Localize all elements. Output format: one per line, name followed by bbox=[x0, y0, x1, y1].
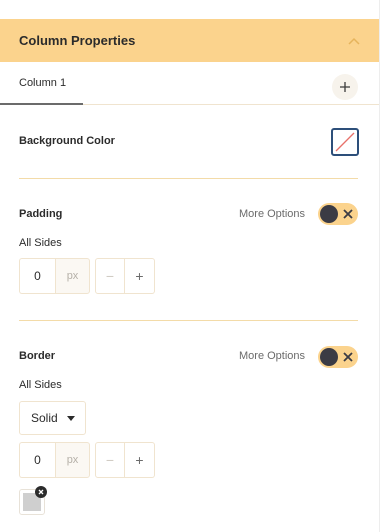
border-more-options-link[interactable]: More Options bbox=[239, 350, 305, 362]
padding-more-options-link[interactable]: More Options bbox=[239, 208, 305, 220]
border-all-sides-label: All Sides bbox=[19, 379, 62, 391]
tab-label: Column 1 bbox=[19, 76, 67, 89]
border-style-value: Solid bbox=[31, 411, 58, 425]
toggle-knob bbox=[320, 205, 338, 223]
section-divider bbox=[19, 178, 358, 179]
padding-all-sides-label: All Sides bbox=[19, 237, 62, 249]
close-icon bbox=[38, 489, 44, 495]
padding-value-input[interactable]: 0 bbox=[19, 258, 55, 294]
border-style-select[interactable]: Solid bbox=[19, 401, 86, 435]
padding-unit: px bbox=[55, 258, 90, 294]
add-column-button[interactable] bbox=[332, 74, 358, 100]
close-icon bbox=[343, 209, 353, 219]
border-width-decrement-button[interactable]: − bbox=[95, 442, 125, 478]
no-color-icon bbox=[335, 132, 355, 152]
chevron-up-icon[interactable] bbox=[347, 34, 361, 48]
border-label: Border bbox=[19, 350, 56, 362]
clear-border-color-button[interactable] bbox=[35, 486, 47, 498]
border-width-input[interactable]: 0 bbox=[19, 442, 55, 478]
padding-decrement-button[interactable]: − bbox=[95, 258, 125, 294]
background-color-swatch[interactable] bbox=[331, 128, 359, 156]
caret-down-icon bbox=[67, 416, 75, 421]
column-properties-header[interactable]: Column Properties bbox=[0, 19, 379, 62]
panel-title: Column Properties bbox=[19, 33, 136, 48]
border-width-group: 0 px − + bbox=[19, 442, 155, 478]
section-divider bbox=[19, 320, 358, 321]
tab-column-1[interactable]: Column 1 bbox=[0, 62, 83, 105]
background-color-label: Background Color bbox=[19, 135, 115, 147]
toggle-knob bbox=[320, 348, 338, 366]
border-more-options-toggle[interactable] bbox=[318, 346, 358, 368]
padding-label: Padding bbox=[19, 208, 63, 220]
padding-value-group: 0 px − + bbox=[19, 258, 155, 294]
padding-increment-button[interactable]: + bbox=[125, 258, 155, 294]
border-width-unit: px bbox=[55, 442, 90, 478]
column-tabs: Column 1 bbox=[0, 62, 379, 105]
close-icon bbox=[343, 352, 353, 362]
padding-more-options-toggle[interactable] bbox=[318, 203, 358, 225]
border-width-increment-button[interactable]: + bbox=[125, 442, 155, 478]
plus-icon bbox=[340, 82, 350, 92]
